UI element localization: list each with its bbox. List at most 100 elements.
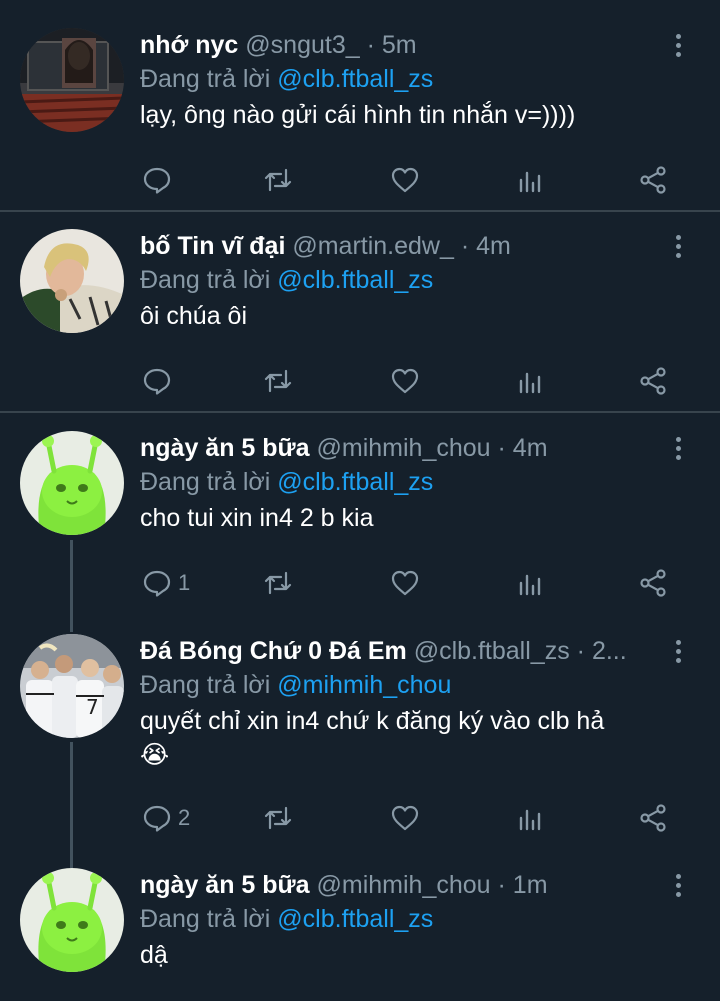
crying-emoji: 😭 [140,741,170,769]
reply-button[interactable] [142,361,178,401]
display-name[interactable]: ngày ăn 5 bữa [140,871,310,899]
replying-to-handle[interactable]: @clb.ftball_zs [277,65,433,93]
avatar-alien-cat-image [20,431,124,535]
divider [0,210,720,212]
share-button[interactable] [638,563,668,603]
share-icon [640,569,666,597]
timestamp[interactable]: 4m [513,434,548,462]
more-options-icon[interactable] [666,870,690,900]
replying-to-handle[interactable]: @clb.ftball_zs [277,468,433,496]
replying-to-label: Đang trả lời [140,468,271,496]
divider [0,411,720,413]
like-button[interactable] [390,798,420,838]
user-handle[interactable]: @mihmih_chou [317,871,491,899]
tweet[interactable]: 7 Đá Bóng Chứ 0 Đá Em @clb.ftball_zs · 2… [0,634,720,854]
analytics-button[interactable] [516,798,546,838]
retweet-button[interactable] [263,160,293,200]
replying-to: Đang trả lời @clb.ftball_zs [140,62,433,96]
share-icon [640,804,666,832]
retweet-icon [264,369,292,393]
retweet-button[interactable] [263,798,293,838]
replying-to-handle[interactable]: @clb.ftball_zs [277,905,433,933]
separator-dot: · [497,434,506,462]
separator-dot: · [497,871,506,899]
bar-chart-icon [519,809,541,831]
user-handle[interactable]: @martin.edw_ [292,232,454,260]
more-options-icon[interactable] [666,433,690,463]
tweet-header: nhớ nyc @sngut3_ · 5m [140,28,660,62]
reply-icon [143,368,171,395]
analytics-button[interactable] [516,563,546,603]
like-button[interactable] [390,563,420,603]
analytics-button[interactable] [516,361,546,401]
avatar[interactable] [20,868,124,972]
timestamp[interactable]: 2... [592,637,627,665]
reply-icon [143,570,171,597]
more-options-icon[interactable] [666,636,690,666]
retweet-button[interactable] [263,563,293,603]
avatar[interactable] [20,431,124,535]
timestamp[interactable]: 5m [382,31,417,59]
user-handle[interactable]: @mihmih_chou [317,434,491,462]
avatar[interactable] [20,229,124,333]
tweet-text: lạy, ông nào gửi cái hình tin nhắn v=)))… [140,101,576,129]
replying-to-handle[interactable]: @clb.ftball_zs [277,266,433,294]
replying-to-label: Đang trả lời [140,65,271,93]
tweet[interactable]: ngày ăn 5 bữa @mihmih_chou · 4m Đang trả… [0,431,720,621]
tweet-actions [140,361,720,401]
avatar-football-team-image: 7 [20,634,124,738]
replying-to-label: Đang trả lời [140,671,271,699]
tweet-text: quyết chỉ xin in4 chứ k đăng ký vào clb … [140,704,680,772]
separator-dot: · [460,232,470,260]
heart-icon [391,570,419,596]
tweet-text: cho tui xin in4 2 b kia [140,504,374,532]
replying-to-label: Đang trả lời [140,905,271,933]
analytics-button[interactable] [516,160,546,200]
reply-button[interactable]: 1 [142,563,190,603]
avatar-photo-image [20,229,124,333]
avatar[interactable] [20,28,124,132]
tweet-text-content: quyết chỉ xin in4 chứ k đăng ký vào clb … [140,707,605,735]
retweet-icon [264,806,292,830]
display-name[interactable]: nhớ nyc [140,31,238,59]
timestamp[interactable]: 1m [513,871,548,899]
avatar[interactable]: 7 [20,634,124,738]
display-name[interactable]: Đá Bóng Chứ 0 Đá Em [140,637,407,665]
timestamp[interactable]: 4m [476,232,511,260]
tweet-actions: 2 [140,798,720,838]
like-button[interactable] [390,160,420,200]
retweet-button[interactable] [263,361,293,401]
bar-chart-icon [519,171,541,193]
reply-button[interactable] [142,160,178,200]
tweet[interactable]: bố Tin vĩ đại @martin.edw_ · 4m Đang trả… [0,229,720,409]
more-options-icon[interactable] [666,30,690,60]
replying-to: Đang trả lời @mihmih_chou [140,668,451,702]
heart-icon [391,805,419,831]
display-name[interactable]: bố Tin vĩ đại [140,232,285,260]
like-button[interactable] [390,361,420,401]
reply-button[interactable]: 2 [142,798,190,838]
tweet-text: dậ [140,941,168,969]
user-handle[interactable]: @sngut3_ [245,31,359,59]
reply-feed: nhớ nyc @sngut3_ · 5m Đang trả lời @clb.… [0,0,720,1001]
display-name[interactable]: ngày ăn 5 bữa [140,434,310,462]
share-icon [640,367,666,395]
more-options-icon[interactable] [666,231,690,261]
share-button[interactable] [638,798,668,838]
replying-to-handle[interactable]: @mihmih_chou [277,671,451,699]
tweet[interactable]: ngày ăn 5 bữa @mihmih_chou · 1m Đang trả… [0,868,720,1001]
reply-icon [143,167,171,194]
user-handle[interactable]: @clb.ftball_zs [414,637,570,665]
share-button[interactable] [638,160,668,200]
tweet-header: ngày ăn 5 bữa @mihmih_chou · 4m [140,431,660,465]
heart-icon [391,368,419,394]
reply-count: 1 [178,570,191,595]
avatar-alien-cat-image [20,868,124,972]
tweet[interactable]: nhớ nyc @sngut3_ · 5m Đang trả lời @clb.… [0,28,720,208]
tweet-header: bố Tin vĩ đại @martin.edw_ · 4m [140,229,660,263]
replying-to: Đang trả lời @clb.ftball_zs [140,263,433,297]
svg-text:7: 7 [86,695,99,719]
bar-chart-icon [519,574,541,596]
share-button[interactable] [638,361,668,401]
tweet-actions: 1 [140,563,720,603]
